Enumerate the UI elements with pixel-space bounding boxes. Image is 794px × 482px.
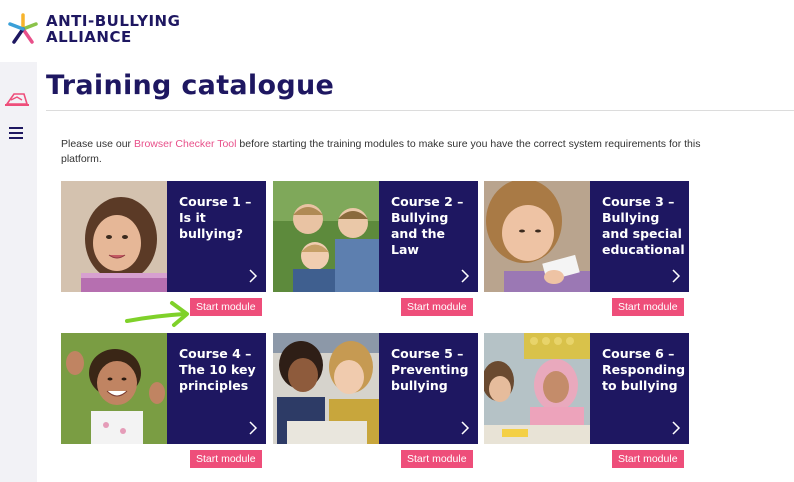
chevron-right-icon (461, 269, 470, 283)
course-card-5[interactable]: Course 5 – Preventing bullying (273, 333, 478, 444)
course-6-panel: Course 6 – Responding to bullying (590, 333, 689, 444)
course-4-title: Course 4 – The 10 key principles (179, 346, 256, 393)
course-3-title: Course 3 – Bullying and special educatio… (602, 194, 685, 257)
course-5-panel: Course 5 – Preventing bullying (379, 333, 478, 444)
course-card-3[interactable]: Course 3 – Bullying and special educatio… (484, 181, 689, 292)
course-5-title: Course 5 – Preventing bullying (391, 346, 469, 393)
course-5-photo (273, 333, 379, 444)
browser-checker-link[interactable]: Browser Checker Tool (134, 138, 237, 150)
course-4-photo (61, 333, 167, 444)
brand-line-1: ANTI-BULLYING (46, 12, 181, 30)
intro-text: Please use our Browser Checker Tool befo… (61, 137, 701, 167)
start-module-button-4[interactable]: Start module (190, 450, 262, 468)
course-1-title: Course 1 – Is it bullying? (179, 194, 252, 241)
brand-name: ANTI-BULLYING ALLIANCE (46, 13, 180, 45)
course-3-photo (484, 181, 590, 292)
page-title: Training catalogue (46, 70, 335, 101)
star-logo-icon (8, 13, 38, 44)
course-card-4[interactable]: Course 4 – The 10 key principles (61, 333, 266, 444)
course-6-title: Course 6 – Responding to bullying (602, 346, 686, 393)
chevron-right-icon (672, 269, 681, 283)
course-6-photo (484, 333, 590, 444)
course-1-panel: Course 1 – Is it bullying? (167, 181, 266, 292)
start-module-button-3[interactable]: Start module (612, 298, 684, 316)
course-2-photo (273, 181, 379, 292)
title-divider (46, 110, 794, 111)
training-icon[interactable] (4, 88, 30, 110)
brand-logo[interactable]: ANTI-BULLYING ALLIANCE (6, 12, 180, 46)
intro-before: Please use our (61, 138, 134, 150)
course-2-panel: Course 2 – Bullying and the Law (379, 181, 478, 292)
site-header: ANTI-BULLYING ALLIANCE (0, 0, 794, 62)
course-card-2[interactable]: Course 2 – Bullying and the Law (273, 181, 478, 292)
chevron-right-icon (672, 421, 681, 435)
start-module-button-6[interactable]: Start module (612, 450, 684, 468)
chevron-right-icon (461, 421, 470, 435)
start-module-button-1[interactable]: Start module (190, 298, 262, 316)
course-2-title: Course 2 – Bullying and the Law (391, 194, 464, 257)
brand-line-2: ALLIANCE (46, 28, 132, 46)
chevron-right-icon (249, 269, 258, 283)
sidebar (0, 62, 37, 482)
annotation-arrow-icon (125, 301, 189, 327)
course-3-panel: Course 3 – Bullying and special educatio… (590, 181, 689, 292)
menu-icon[interactable] (4, 124, 30, 146)
course-card-1[interactable]: Course 1 – Is it bullying? (61, 181, 266, 292)
chevron-right-icon (249, 421, 258, 435)
course-4-panel: Course 4 – The 10 key principles (167, 333, 266, 444)
start-module-button-5[interactable]: Start module (401, 450, 473, 468)
start-module-button-2[interactable]: Start module (401, 298, 473, 316)
course-card-6[interactable]: Course 6 – Responding to bullying (484, 333, 689, 444)
course-1-photo (61, 181, 167, 292)
